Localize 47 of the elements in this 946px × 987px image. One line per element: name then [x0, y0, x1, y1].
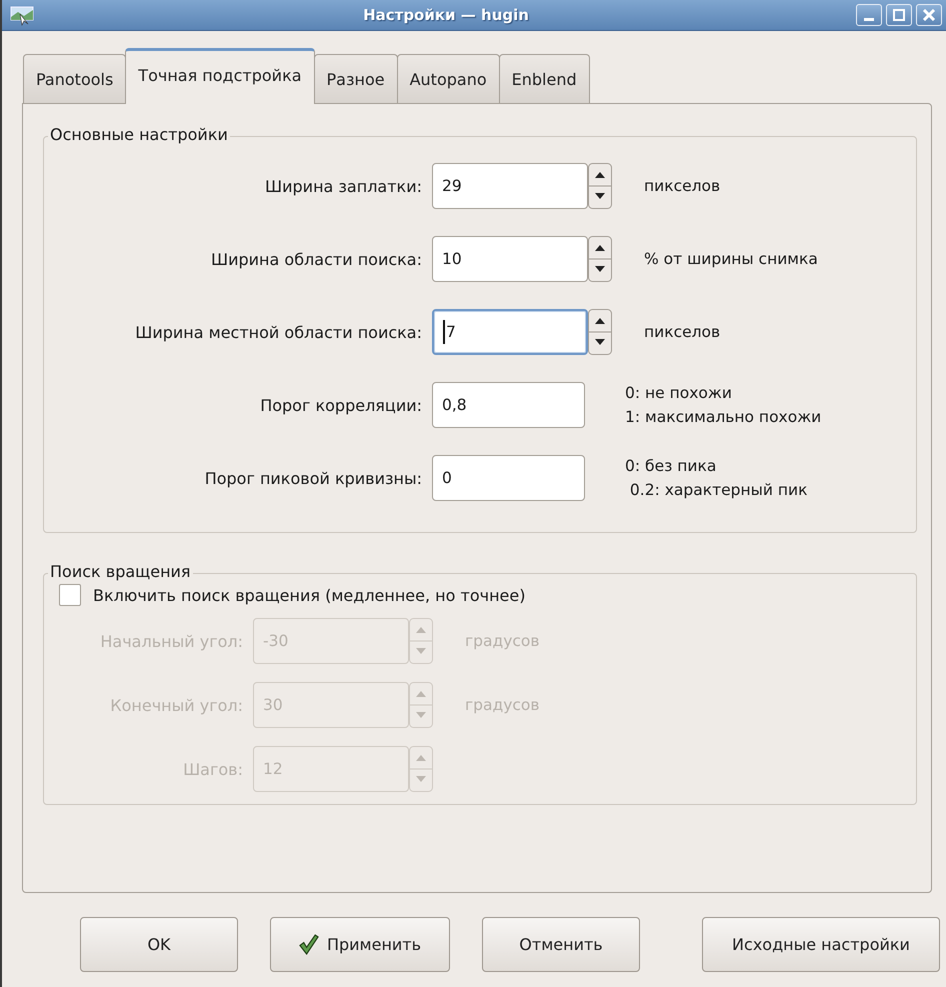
- dialog-button[interactable]: Применить: [270, 917, 450, 972]
- field-label: Шагов:: [182, 760, 243, 778]
- tab[interactable]: Разное: [314, 54, 398, 103]
- hint-text: 0.2: характерный пик: [628, 481, 808, 499]
- maximize-icon: [892, 9, 906, 21]
- spin-arrows-icon[interactable]: [588, 309, 612, 355]
- check-icon: [298, 934, 319, 955]
- unit-label: градусов: [465, 632, 540, 650]
- field-label: Ширина местной области поиска:: [134, 322, 422, 342]
- dialog-button[interactable]: OK: [80, 917, 238, 972]
- app-icon: [10, 4, 36, 26]
- field-label: Порог корреляции:: [259, 396, 422, 414]
- unit-label: % от ширины снимка: [644, 250, 818, 268]
- close-icon: [922, 9, 936, 21]
- input-field[interactable]: 0,8: [432, 382, 585, 428]
- field-label: Конечный угол:: [109, 696, 243, 714]
- spin-field[interactable]: 7: [432, 309, 588, 355]
- window-title: Настройки — hugin: [362, 6, 530, 24]
- spin-arrows-icon[interactable]: [588, 236, 612, 282]
- group-title: Основные настройки: [48, 125, 230, 144]
- field-label: Ширина заплатки:: [264, 176, 422, 196]
- hint-text: 0: без пика: [625, 457, 718, 475]
- unit-label: градусов: [465, 696, 540, 714]
- unit-label: пикселов: [644, 323, 720, 341]
- tab[interactable]: Panotools: [23, 54, 126, 103]
- dialog-button[interactable]: Исходные настройки: [702, 917, 940, 972]
- input-field[interactable]: 0: [432, 455, 585, 501]
- maximize-button[interactable]: [886, 4, 912, 26]
- tab[interactable]: Autopano: [396, 54, 500, 103]
- dialog-button[interactable]: Отменить: [482, 917, 640, 972]
- group-title: Поиск вращения: [48, 562, 193, 581]
- tab[interactable]: Точная подстройка: [125, 48, 315, 104]
- field-label: Начальный угол:: [99, 632, 243, 650]
- hint-text: 1: максимально похожи: [625, 408, 822, 426]
- minimize-icon: [864, 18, 874, 21]
- spin-field[interactable]: 10: [432, 236, 588, 282]
- checkbox-label: Включить поиск вращения (медленнее, но точнее): [93, 586, 526, 604]
- unit-label: пикселов: [644, 177, 720, 195]
- minimize-button[interactable]: [856, 4, 882, 26]
- spin-arrows-icon[interactable]: [588, 163, 612, 209]
- tab[interactable]: Enblend: [498, 54, 590, 103]
- hint-text: 0: не похожи: [625, 384, 733, 402]
- checkbox[interactable]: [59, 584, 81, 606]
- close-button[interactable]: [916, 4, 942, 26]
- field-label: Порог пиковой кривизны:: [204, 468, 422, 488]
- spin-field[interactable]: 29: [432, 163, 588, 209]
- field-label: Ширина области поиска:: [210, 250, 422, 268]
